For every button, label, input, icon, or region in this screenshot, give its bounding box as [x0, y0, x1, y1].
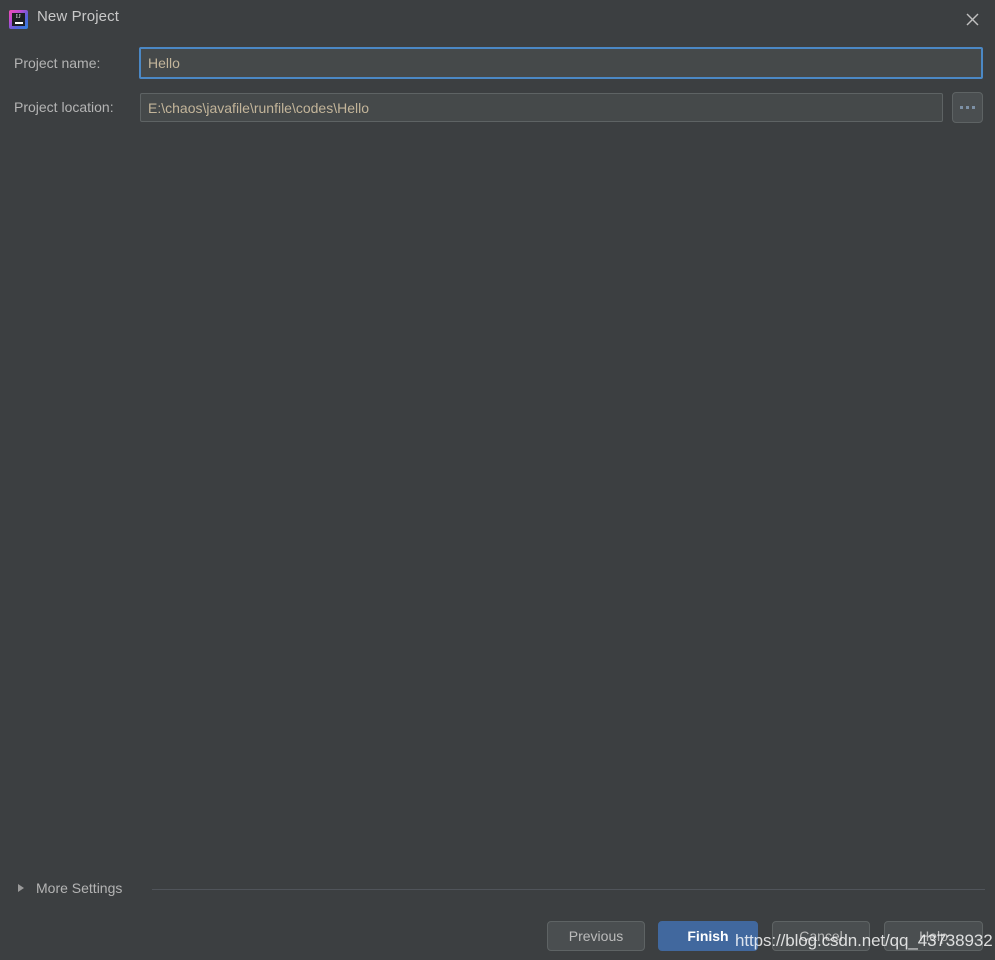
- more-settings-toggle[interactable]: More Settings: [18, 880, 122, 896]
- help-button[interactable]: Help: [884, 921, 983, 951]
- more-settings-label: More Settings: [36, 880, 123, 896]
- intellij-idea-icon: IJ: [9, 10, 28, 29]
- project-name-label: Project name:: [14, 55, 101, 71]
- ellipsis-icon: [960, 106, 975, 109]
- close-button[interactable]: [949, 0, 995, 38]
- finish-button[interactable]: Finish: [658, 921, 758, 951]
- app-icon-letters: IJ: [15, 14, 22, 20]
- cancel-button[interactable]: Cancel: [772, 921, 870, 951]
- project-location-label: Project location:: [14, 99, 114, 115]
- dialog-titlebar: IJ New Project: [0, 0, 995, 38]
- browse-location-button[interactable]: [952, 92, 983, 123]
- previous-button[interactable]: Previous: [547, 921, 645, 951]
- app-icon-underline: [14, 22, 23, 24]
- dialog-title: New Project: [37, 8, 119, 25]
- chevron-right-icon: [18, 884, 24, 892]
- more-settings-separator: [152, 889, 985, 890]
- project-name-input[interactable]: [139, 47, 983, 79]
- project-location-input[interactable]: [140, 93, 943, 122]
- close-icon: [966, 13, 978, 25]
